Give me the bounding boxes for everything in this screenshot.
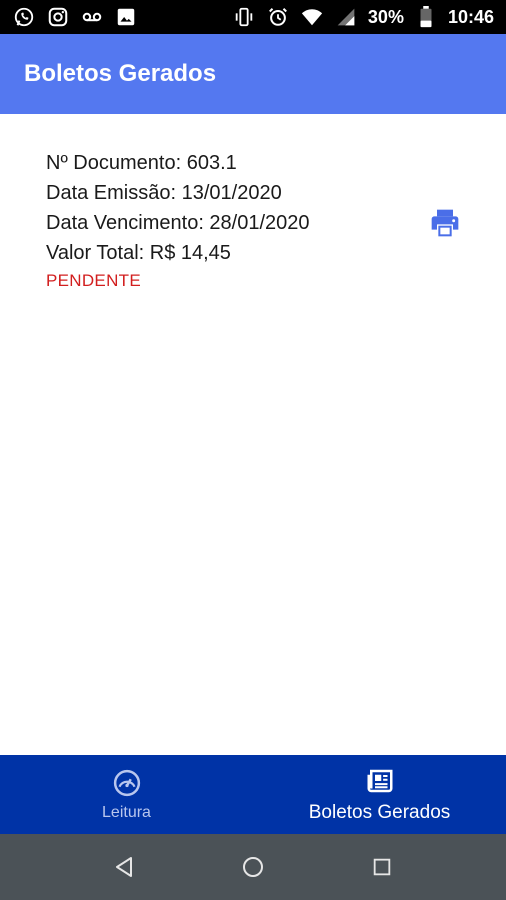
alarm-icon	[266, 5, 290, 29]
boleto-card: Nº Documento: 603.1 Data Emissão: 13/01/…	[46, 148, 476, 294]
app-bar: Boletos Gerados	[0, 34, 506, 114]
emission-date: Data Emissão: 13/01/2020	[46, 182, 282, 204]
vibrate-icon	[232, 5, 256, 29]
image-icon	[114, 5, 138, 29]
nav-item-boletos-gerados[interactable]: Boletos Gerados	[253, 755, 506, 834]
nav-label-leitura: Leitura	[102, 803, 151, 821]
due-date: Data Vencimento: 28/01/2020	[46, 212, 310, 234]
newspaper-icon	[365, 766, 395, 796]
print-button[interactable]	[426, 204, 464, 242]
wifi-icon	[300, 5, 324, 29]
battery-icon	[414, 5, 438, 29]
print-icon	[428, 207, 462, 239]
clock: 10:46	[447, 6, 494, 27]
status-badge: PENDENTE	[46, 271, 141, 290]
recents-button[interactable]	[362, 847, 402, 887]
nav-label-boletos-gerados: Boletos Gerados	[308, 801, 451, 823]
page-title: Boletos Gerados	[24, 60, 217, 87]
battery-percent: 30%	[367, 6, 404, 27]
total-value: Valor Total: R$ 14,45	[46, 242, 231, 264]
back-icon	[112, 855, 136, 879]
status-bar: 30% 10:46	[0, 0, 506, 34]
recents-icon	[371, 856, 393, 878]
signal-icon	[334, 5, 358, 29]
documento-number: Nº Documento: 603.1	[46, 152, 237, 174]
bottom-nav: Leitura Boletos Gerados	[0, 755, 506, 834]
status-right-icons: 30% 10:46	[232, 5, 494, 29]
nav-item-leitura[interactable]: Leitura	[0, 755, 253, 834]
boletos-list: Nº Documento: 603.1 Data Emissão: 13/01/…	[0, 114, 506, 755]
voicemail-icon	[80, 5, 104, 29]
system-nav-bar	[0, 834, 506, 900]
whatsapp-icon	[12, 5, 36, 29]
status-left-icons	[12, 5, 138, 29]
home-button[interactable]	[233, 847, 273, 887]
instagram-icon	[46, 5, 70, 29]
back-button[interactable]	[104, 847, 144, 887]
speedometer-icon	[112, 768, 142, 798]
home-icon	[241, 855, 265, 879]
